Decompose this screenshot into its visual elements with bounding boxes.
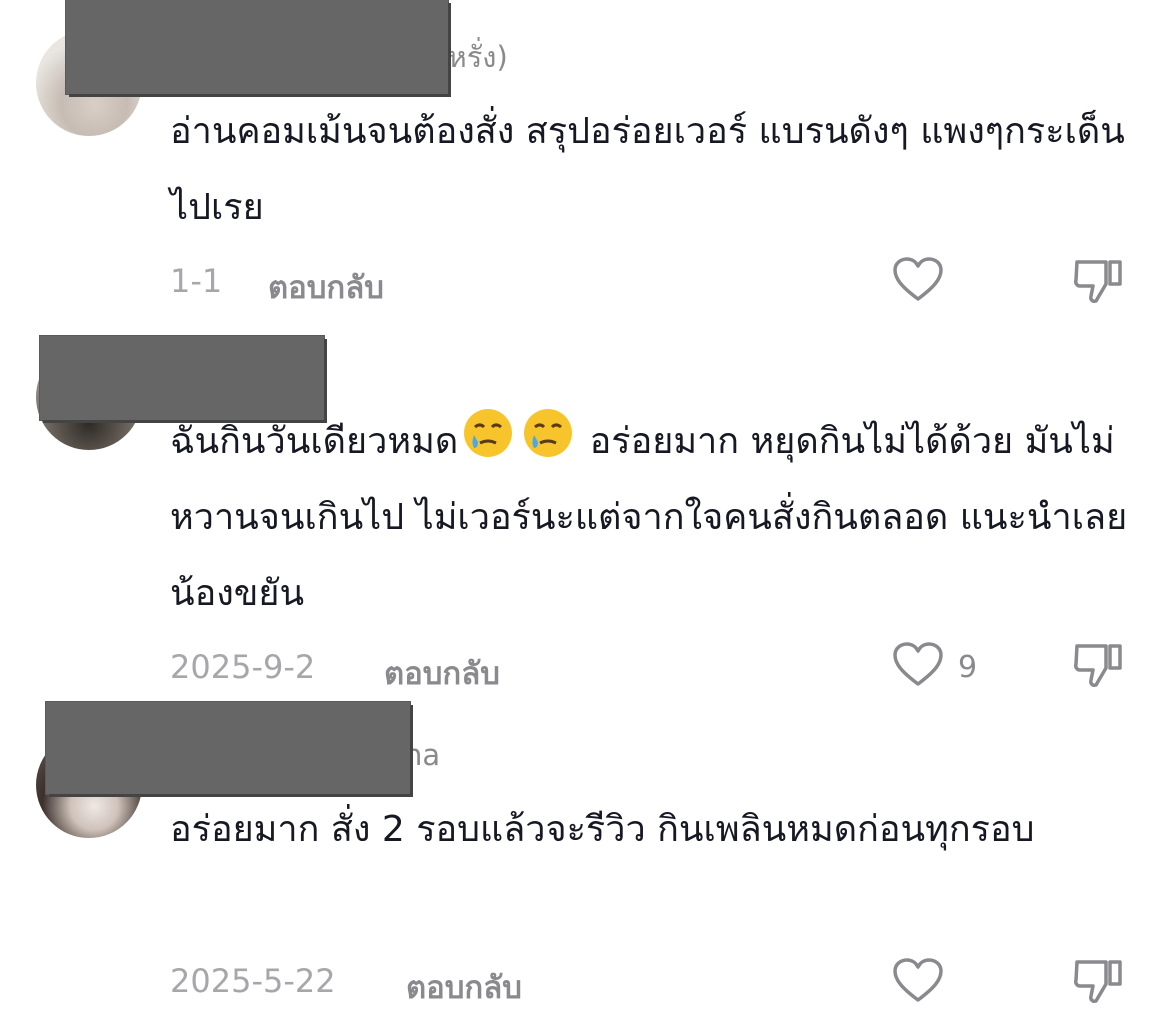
reply-button[interactable]: ตอบกลับ bbox=[268, 262, 384, 312]
thumbs-down-outline-icon[interactable] bbox=[1072, 640, 1124, 690]
thumbs-down-outline-icon[interactable] bbox=[1072, 956, 1124, 1006]
comment-text-part: ฉันกินวันเดียวหมด bbox=[170, 421, 459, 462]
redaction-box bbox=[66, 0, 448, 94]
heart-outline-icon[interactable] bbox=[892, 257, 944, 303]
comment-text: ฉันกินวันเดียวหมด อร่อยมาก หยุดกินไม่ได้… bbox=[170, 404, 1130, 632]
comment-item: ำ(หรั่ง) อ่านคอมเม้นจนต้องสั่ง สรุปอร่อย… bbox=[0, 0, 1169, 320]
face-holding-back-tears-icon bbox=[464, 409, 513, 457]
comment-item: ฉันกินวันเดียวหมด อร่อยมาก หยุดกินไม่ได้… bbox=[0, 320, 1169, 700]
redaction-box bbox=[46, 702, 410, 794]
comment-date: 1-1 bbox=[170, 262, 223, 300]
reply-button[interactable]: ตอบกลับ bbox=[406, 962, 522, 1012]
heart-outline-icon[interactable] bbox=[892, 958, 944, 1004]
reply-button[interactable]: ตอบกลับ bbox=[384, 648, 500, 698]
like-count: 9 bbox=[958, 650, 978, 685]
thumbs-down-outline-icon[interactable] bbox=[1072, 256, 1124, 306]
heart-outline-icon[interactable] bbox=[892, 642, 944, 688]
comment-item: na อร่อยมาก สั่ง 2 รอบแล้วจะรีวิว กินเพล… bbox=[0, 700, 1169, 1021]
comment-date: 2025-9-2 bbox=[170, 648, 316, 686]
face-holding-back-tears-icon bbox=[524, 409, 573, 457]
comment-text: อร่อยมาก สั่ง 2 รอบแล้วจะรีวิว กินเพลินห… bbox=[170, 809, 1035, 850]
comment-date: 2025-5-22 bbox=[170, 962, 336, 1000]
comment-text: อ่านคอมเม้นจนต้องสั่ง สรุปอร่อยเวอร์ แบร… bbox=[170, 111, 1125, 228]
